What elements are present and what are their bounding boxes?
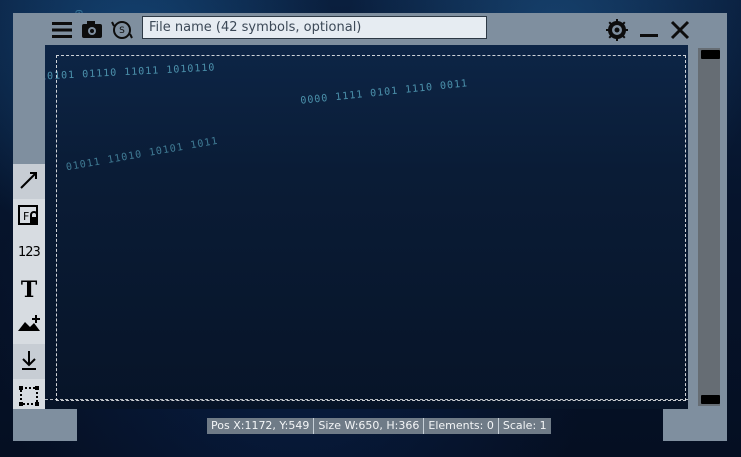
bottom-right-panel	[663, 409, 727, 441]
status-bar: Pos X:1172, Y:549 Size W:650, H:366 Elem…	[207, 418, 551, 434]
slider-bottom-handle[interactable]	[701, 395, 720, 404]
number-icon-text: 123	[18, 244, 41, 260]
number-icon: 123	[15, 240, 43, 268]
selection-icon	[17, 384, 41, 412]
selection-rectangle[interactable]	[56, 55, 686, 401]
slider-top-handle[interactable]	[701, 50, 720, 59]
text-tool[interactable]: T	[13, 272, 45, 307]
download-icon	[19, 349, 39, 375]
number-tool[interactable]: 123	[13, 236, 45, 271]
bottom-left-panel	[13, 409, 77, 441]
menu-icon[interactable]	[48, 16, 76, 44]
settings-gear-icon[interactable]	[603, 16, 631, 44]
status-scale: Scale: 1	[502, 419, 547, 432]
status-elements: Elements: 0	[424, 418, 499, 434]
selection-bottom-edge	[45, 399, 688, 400]
svg-text:S: S	[119, 26, 125, 36]
svg-text:F: F	[23, 210, 29, 223]
obfuscate-tool[interactable]: F	[13, 200, 45, 235]
file-name-input[interactable]: File name (42 symbols, optional)	[142, 16, 487, 39]
image-tool[interactable]	[13, 308, 45, 343]
image-add-icon	[16, 313, 42, 339]
status-size: Size W:650, H:366	[314, 418, 425, 434]
minimize-icon[interactable]	[635, 16, 663, 44]
camera-icon[interactable]	[78, 16, 106, 44]
delay-timer-icon[interactable]: S	[108, 16, 136, 44]
text-icon: T	[20, 276, 38, 303]
status-position: Pos X:1172, Y:549	[207, 418, 315, 434]
vertical-slider-track[interactable]	[698, 48, 720, 406]
arrow-tool[interactable]	[13, 164, 45, 199]
lock-field-icon: F	[17, 204, 41, 232]
tool-palette: F 123 T	[13, 164, 45, 409]
arrow-diagonal-icon	[18, 169, 40, 195]
save-tool[interactable]	[13, 344, 45, 379]
close-icon[interactable]	[666, 16, 694, 44]
